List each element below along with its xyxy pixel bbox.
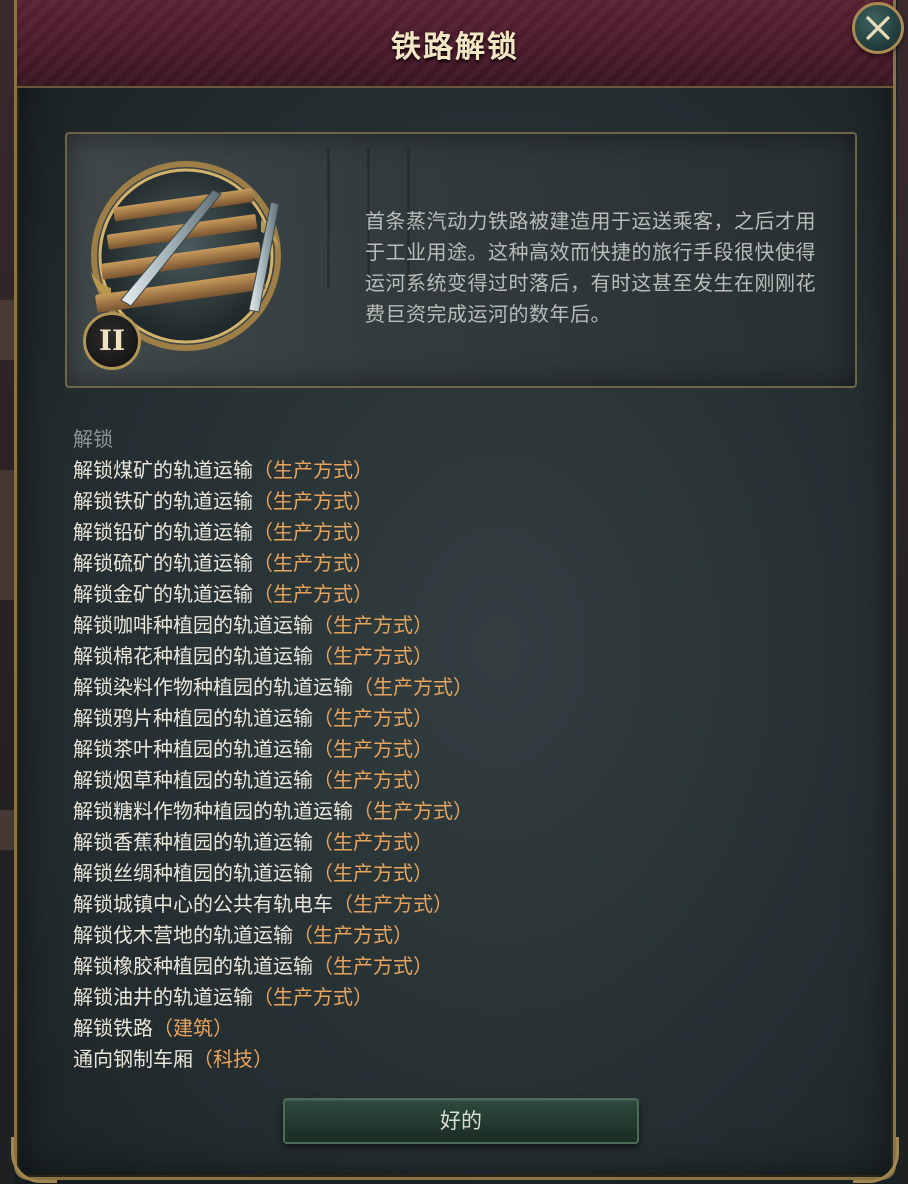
unlock-item-category[interactable]: （生产方式） bbox=[293, 923, 413, 947]
unlock-item-category[interactable]: （生产方式） bbox=[253, 985, 373, 1009]
unlock-item[interactable]: 解锁烟草种植园的轨道运输（生产方式） bbox=[73, 765, 833, 796]
unlock-item-text: 解锁棉花种植园的轨道运输 bbox=[73, 644, 313, 668]
unlock-item[interactable]: 解锁城镇中心的公共有轨电车（生产方式） bbox=[73, 889, 833, 920]
unlock-item-text: 解锁城镇中心的公共有轨电车 bbox=[73, 892, 333, 916]
unlock-item[interactable]: 解锁铅矿的轨道运输（生产方式） bbox=[73, 517, 833, 548]
unlock-item-category[interactable]: （生产方式） bbox=[333, 892, 453, 916]
unlock-item-text: 解锁伐木营地的轨道运输 bbox=[73, 923, 293, 947]
unlock-item[interactable]: 解锁油井的轨道运输（生产方式） bbox=[73, 982, 833, 1013]
unlock-item[interactable]: 解锁硫矿的轨道运输（生产方式） bbox=[73, 548, 833, 579]
unlock-item-category[interactable]: （生产方式） bbox=[253, 458, 373, 482]
unlock-item-text: 解锁丝绸种植园的轨道运输 bbox=[73, 861, 313, 885]
tech-info-panel: II 首条蒸汽动力铁路被建造用于运送乘客，之后才用于工业用途。这种高效而快捷的旅… bbox=[65, 132, 857, 388]
unlock-item-category[interactable]: （建筑） bbox=[153, 1016, 233, 1040]
unlocks-list: 解锁 解锁煤矿的轨道运输（生产方式） 解锁铁矿的轨道运输（生产方式） 解锁铅矿的轨道… bbox=[73, 424, 833, 1075]
frame-ornament-bottom-right bbox=[853, 1137, 899, 1183]
unlock-item-category[interactable]: （生产方式） bbox=[313, 644, 433, 668]
unlock-item[interactable]: 解锁金矿的轨道运输（生产方式） bbox=[73, 579, 833, 610]
unlock-item[interactable]: 解锁丝绸种植园的轨道运输（生产方式） bbox=[73, 858, 833, 889]
dialog-header: 铁路解锁 bbox=[17, 0, 893, 88]
unlock-item-text: 解锁油井的轨道运输 bbox=[73, 985, 253, 1009]
unlock-item-category[interactable]: （生产方式） bbox=[253, 520, 373, 544]
unlock-item-text: 解锁铁矿的轨道运输 bbox=[73, 489, 253, 513]
unlock-item-text: 解锁染料作物种植园的轨道运输 bbox=[73, 675, 353, 699]
unlock-item[interactable]: 解锁糖料作物种植园的轨道运输（生产方式） bbox=[73, 796, 833, 827]
unlock-item-text: 解锁茶叶种植园的轨道运输 bbox=[73, 737, 313, 761]
unlock-item-text: 解锁铅矿的轨道运输 bbox=[73, 520, 253, 544]
unlock-item-text: 解锁糖料作物种植园的轨道运输 bbox=[73, 799, 353, 823]
unlock-item-text: 通向钢制车厢 bbox=[73, 1047, 193, 1071]
unlock-item[interactable]: 解锁铁矿的轨道运输（生产方式） bbox=[73, 486, 833, 517]
unlock-item-text: 解锁橡胶种植园的轨道运输 bbox=[73, 954, 313, 978]
tech-tier-badge: II bbox=[83, 312, 141, 370]
frame-ornament-bottom-left bbox=[11, 1137, 57, 1183]
unlock-item-category[interactable]: （生产方式） bbox=[313, 768, 433, 792]
close-icon bbox=[866, 16, 890, 40]
ok-button[interactable]: 好的 bbox=[283, 1098, 639, 1144]
unlock-item-category[interactable]: （生产方式） bbox=[353, 675, 473, 699]
unlock-item-text: 解锁铁路 bbox=[73, 1016, 153, 1040]
unlock-item-category[interactable]: （生产方式） bbox=[313, 954, 433, 978]
unlock-item[interactable]: 解锁染料作物种植园的轨道运输（生产方式） bbox=[73, 672, 833, 703]
tech-description: 首条蒸汽动力铁路被建造用于运送乘客，之后才用于工业用途。这种高效而快捷的旅行手段… bbox=[365, 209, 816, 326]
game-screen: 铁路解锁 II 首条蒸汽动力铁路被建造用于运送乘客，之后才用于工业用途。这种高效… bbox=[0, 0, 908, 1184]
dialog-title: 铁路解锁 bbox=[391, 30, 519, 65]
unlock-item-category[interactable]: （科技） bbox=[193, 1047, 273, 1071]
unlocks-heading: 解锁 bbox=[73, 427, 113, 451]
unlock-item-category[interactable]: （生产方式） bbox=[253, 551, 373, 575]
unlock-item[interactable]: 解锁橡胶种植园的轨道运输（生产方式） bbox=[73, 951, 833, 982]
unlock-item-category[interactable]: （生产方式） bbox=[313, 737, 433, 761]
unlock-item[interactable]: 解锁鸦片种植园的轨道运输（生产方式） bbox=[73, 703, 833, 734]
unlock-item-category[interactable]: （生产方式） bbox=[313, 861, 433, 885]
unlock-item-text: 解锁香蕉种植园的轨道运输 bbox=[73, 830, 313, 854]
unlock-item-text: 解锁鸦片种植园的轨道运输 bbox=[73, 706, 313, 730]
unlock-item-category[interactable]: （生产方式） bbox=[353, 799, 473, 823]
unlock-item[interactable]: 解锁煤矿的轨道运输（生产方式） bbox=[73, 455, 833, 486]
unlock-item-category[interactable]: （生产方式） bbox=[313, 706, 433, 730]
unlock-item-text: 解锁烟草种植园的轨道运输 bbox=[73, 768, 313, 792]
unlock-item[interactable]: 解锁茶叶种植园的轨道运输（生产方式） bbox=[73, 734, 833, 765]
unlock-item-text: 解锁硫矿的轨道运输 bbox=[73, 551, 253, 575]
close-button[interactable] bbox=[852, 2, 904, 54]
unlock-item-text: 解锁金矿的轨道运输 bbox=[73, 582, 253, 606]
unlock-item[interactable]: 通向钢制车厢（科技） bbox=[73, 1044, 833, 1075]
unlock-item[interactable]: 解锁棉花种植园的轨道运输（生产方式） bbox=[73, 641, 833, 672]
unlock-item-category[interactable]: （生产方式） bbox=[253, 582, 373, 606]
unlock-item[interactable]: 解锁咖啡种植园的轨道运输（生产方式） bbox=[73, 610, 833, 641]
unlock-item-category[interactable]: （生产方式） bbox=[253, 489, 373, 513]
tech-unlock-dialog: 铁路解锁 II 首条蒸汽动力铁路被建造用于运送乘客，之后才用于工业用途。这种高效… bbox=[11, 0, 899, 1183]
unlock-item-text: 解锁煤矿的轨道运输 bbox=[73, 458, 253, 482]
unlock-item[interactable]: 解锁香蕉种植园的轨道运输（生产方式） bbox=[73, 827, 833, 858]
unlock-item[interactable]: 解锁铁路（建筑） bbox=[73, 1013, 833, 1044]
unlock-item-category[interactable]: （生产方式） bbox=[313, 830, 433, 854]
unlock-item-text: 解锁咖啡种植园的轨道运输 bbox=[73, 613, 313, 637]
background-world-left bbox=[0, 0, 14, 1184]
background-world-right bbox=[898, 0, 908, 1184]
unlock-item[interactable]: 解锁伐木营地的轨道运输（生产方式） bbox=[73, 920, 833, 951]
unlock-item-category[interactable]: （生产方式） bbox=[313, 613, 433, 637]
